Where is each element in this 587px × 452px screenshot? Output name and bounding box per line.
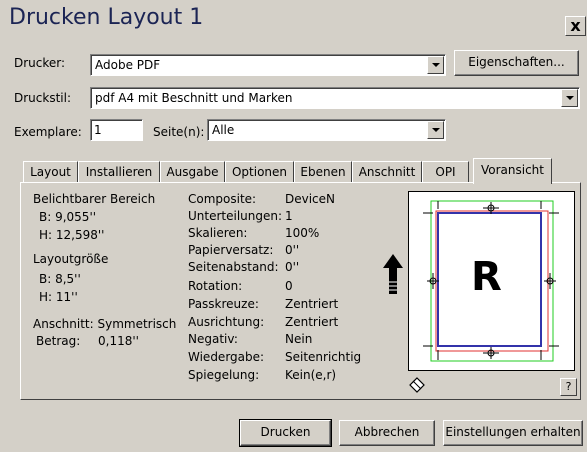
detail-value: 0 bbox=[285, 279, 293, 293]
tab-optionen[interactable]: Optionen bbox=[225, 161, 294, 183]
style-label: Druckstil: bbox=[14, 91, 71, 105]
tab-ausgabe[interactable]: Ausgabe bbox=[160, 161, 225, 183]
tab-ebenen[interactable]: Ebenen bbox=[294, 161, 352, 183]
detail-label: Composite: bbox=[188, 192, 257, 206]
properties-button[interactable]: Eigenschaften... bbox=[454, 50, 579, 76]
layout-height: H: 11'' bbox=[39, 290, 78, 304]
detail-value: Nein bbox=[285, 332, 313, 346]
imageable-area-title: Belichtbarer Bereich bbox=[33, 192, 156, 206]
tab-voransicht[interactable]: Voransicht bbox=[473, 158, 552, 184]
bleed-title: Anschnitt: Symmetrisch bbox=[33, 317, 177, 331]
layout-size-title: Layoutgröße bbox=[33, 252, 109, 266]
copies-field[interactable]: 1 bbox=[90, 119, 143, 141]
tab-opi[interactable]: OPI bbox=[422, 161, 469, 183]
imageable-height: H: 12,598'' bbox=[39, 228, 105, 242]
detail-value: Zentriert bbox=[285, 297, 339, 311]
style-select[interactable]: pdf A4 mit Beschnitt und Marken bbox=[90, 87, 580, 109]
detail-value: 100% bbox=[285, 226, 320, 240]
chevron-down-icon[interactable] bbox=[561, 89, 578, 107]
cancel-button[interactable]: Abbrechen bbox=[339, 420, 435, 446]
close-button[interactable]: x bbox=[565, 16, 586, 36]
copies-label: Exemplare: bbox=[14, 125, 82, 139]
tab-installieren[interactable]: Installieren bbox=[78, 161, 160, 183]
chevron-down-icon[interactable] bbox=[427, 56, 444, 74]
detail-value: 0'' bbox=[285, 260, 300, 274]
window-title: Drucken Layout 1 bbox=[9, 5, 204, 30]
printer-value: Adobe PDF bbox=[95, 58, 161, 72]
pages-label: Seite(n): bbox=[153, 125, 205, 139]
detail-label: Wiedergabe: bbox=[188, 350, 265, 364]
keep-settings-button[interactable]: Einstellungen erhalten bbox=[443, 420, 583, 446]
rotate-icon[interactable] bbox=[408, 376, 426, 394]
copies-value: 1 bbox=[94, 123, 102, 137]
detail-label: Ausrichtung: bbox=[188, 315, 265, 329]
page-preview: R bbox=[408, 191, 575, 371]
detail-label: Unterteilungen: bbox=[188, 209, 283, 223]
detail-value: DeviceN bbox=[285, 192, 336, 206]
print-button[interactable]: Drucken bbox=[239, 419, 332, 447]
style-value: pdf A4 mit Beschnitt und Marken bbox=[95, 91, 293, 105]
printer-select[interactable]: Adobe PDF bbox=[90, 54, 446, 76]
layout-width: B: 8,5'' bbox=[39, 272, 81, 286]
detail-value: 1 bbox=[285, 209, 293, 223]
detail-value: Seitenrichtig bbox=[285, 350, 362, 364]
imageable-width: B: 9,055'' bbox=[39, 210, 97, 224]
detail-label: Rotation: bbox=[188, 279, 243, 293]
detail-label: Negativ: bbox=[188, 332, 238, 346]
printer-label: Drucker: bbox=[14, 56, 66, 70]
pages-select[interactable]: Alle bbox=[207, 119, 446, 141]
detail-label: Seitenabstand: bbox=[188, 260, 279, 274]
detail-label: Passkreuze: bbox=[188, 297, 259, 311]
arrow-up-icon bbox=[383, 254, 403, 294]
title-bar: Drucken Layout 1 x bbox=[0, 0, 587, 38]
chevron-down-icon[interactable] bbox=[427, 121, 444, 139]
tab-layout[interactable]: Layout bbox=[23, 161, 78, 183]
tab-anschnitt[interactable]: Anschnitt bbox=[352, 161, 422, 183]
detail-label: Skalieren: bbox=[188, 226, 248, 240]
bleed-amount-label: Betrag: bbox=[36, 334, 81, 348]
detail-value: 0'' bbox=[285, 243, 300, 257]
detail-value: Zentriert bbox=[285, 315, 339, 329]
bleed-amount-value: 0,118'' bbox=[98, 334, 139, 348]
detail-value: Kein(e,r) bbox=[285, 368, 337, 382]
detail-label: Papierversatz: bbox=[188, 243, 274, 257]
help-button[interactable]: ? bbox=[560, 378, 577, 396]
page-letter: R bbox=[471, 254, 502, 300]
pages-value: Alle bbox=[212, 123, 235, 137]
detail-label: Spiegelung: bbox=[188, 368, 260, 382]
